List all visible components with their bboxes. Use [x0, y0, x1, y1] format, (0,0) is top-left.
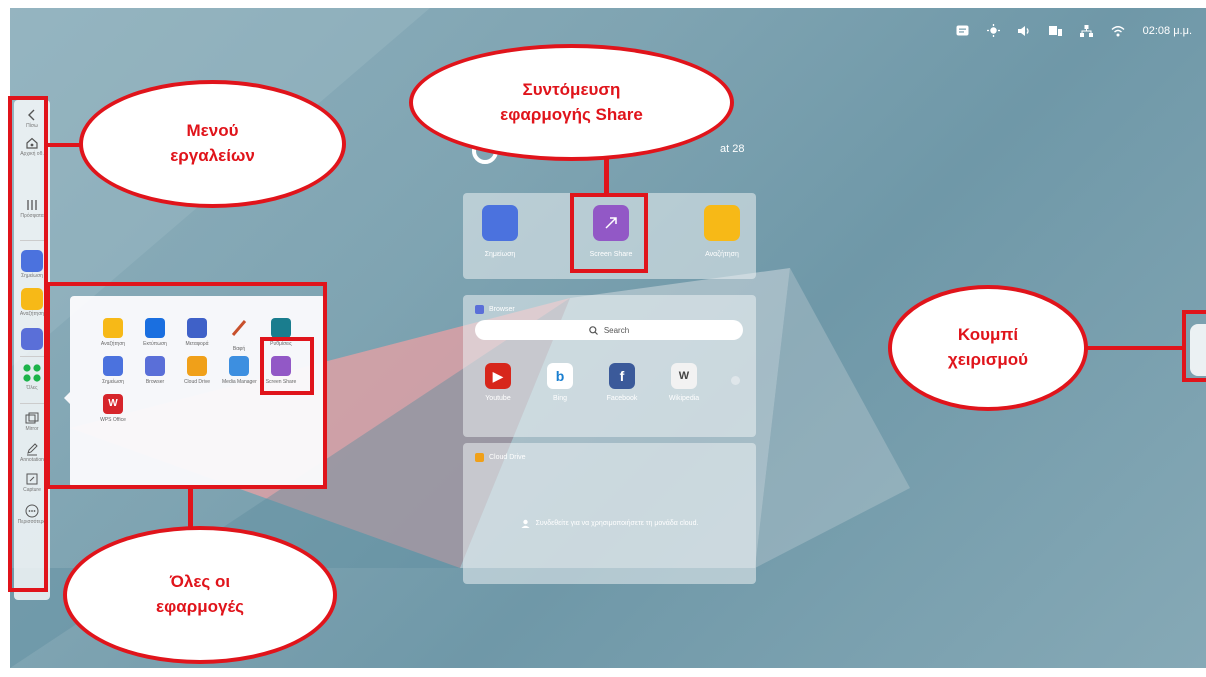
connector-handle	[1085, 346, 1184, 350]
annotate-app-icon	[482, 205, 518, 241]
browser-card-header: Browser	[475, 305, 515, 314]
search-icon	[589, 325, 598, 335]
shortcut-annotate[interactable]: Σημείωση	[465, 205, 535, 258]
highlight-handle-button	[1182, 310, 1206, 382]
cloud-login-message[interactable]: Συνδεθείτε για να χρησιμοποιήσετε τη μον…	[463, 519, 756, 528]
callout-tools-menu: Μενού εργαλείων	[79, 80, 346, 208]
youtube-icon: ▶	[485, 363, 511, 389]
highlight-screen-share-popup	[260, 337, 314, 395]
callout-all-apps: Όλες οι εφαρμογές	[63, 526, 337, 664]
network-icon[interactable]	[1079, 24, 1093, 37]
facebook-icon: f	[609, 363, 635, 389]
callout-share-shortcut: Συντόμευση εφαρμογής Share	[409, 44, 734, 161]
connector-tools	[48, 143, 82, 147]
cloud-drive-icon	[475, 453, 484, 462]
folder-icon	[704, 205, 740, 241]
cloud-drive-card: Cloud Drive Συνδεθείτε για να χρησιμοποι…	[463, 443, 756, 584]
clock-date: at 28	[720, 143, 745, 155]
display-icon[interactable]	[1048, 25, 1062, 37]
brightness-icon[interactable]	[986, 24, 1000, 37]
volume-icon[interactable]	[1017, 25, 1031, 37]
highlight-screen-share-shortcut	[570, 193, 648, 273]
connector-allapps	[188, 489, 193, 529]
bing-icon: b	[547, 363, 573, 389]
browser-app-icon	[475, 305, 484, 314]
wifi-icon[interactable]	[1111, 25, 1125, 37]
link-bing[interactable]: b Bing	[530, 363, 590, 402]
more-links-dot[interactable]	[731, 376, 740, 385]
caption-icon[interactable]	[956, 25, 969, 36]
callout-handle-button: Κουμπί χειρισμού	[888, 285, 1088, 411]
browser-card: Browser Search ▶ Youtube b Bing f Facebo…	[463, 295, 756, 437]
link-wikipedia[interactable]: W Wikipedia	[654, 363, 714, 402]
shortcut-files[interactable]: Αναζήτηση	[687, 205, 757, 258]
search-input[interactable]: Search	[475, 320, 743, 340]
clock-time: 02:08 μ.μ.	[1142, 24, 1192, 37]
link-facebook[interactable]: f Facebook	[592, 363, 652, 402]
wikipedia-icon: W	[671, 363, 697, 389]
status-bar: 02:08 μ.μ.	[956, 24, 1192, 37]
link-youtube[interactable]: ▶ Youtube	[468, 363, 528, 402]
connector-share	[604, 155, 609, 195]
cloud-drive-card-header: Cloud Drive	[475, 453, 526, 462]
user-icon	[521, 519, 530, 528]
highlight-tools-menu	[8, 96, 48, 592]
